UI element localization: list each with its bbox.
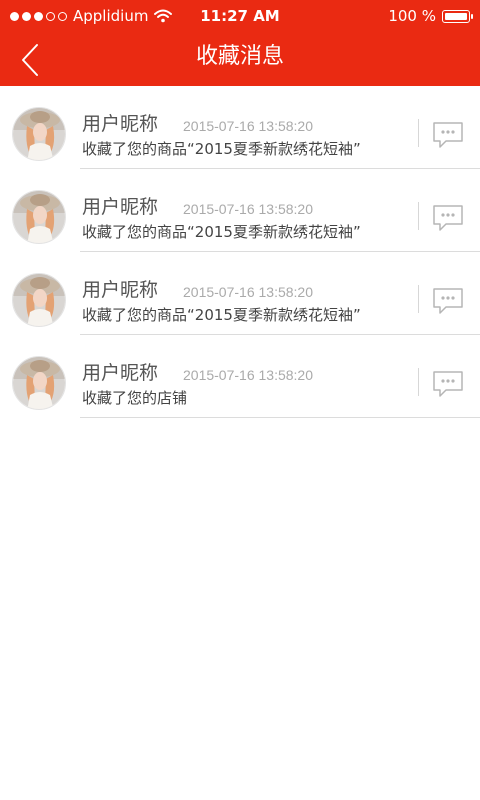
user-nickname: 用户昵称	[82, 279, 159, 301]
status-right: 100 %	[388, 6, 473, 26]
user-nickname: 用户昵称	[82, 362, 159, 384]
battery-icon	[442, 9, 473, 23]
chat-button[interactable]	[432, 121, 464, 149]
avatar[interactable]	[12, 356, 66, 410]
avatar[interactable]	[12, 107, 66, 161]
page-title: 收藏消息	[195, 44, 284, 69]
avatar-image	[13, 191, 65, 243]
notification-list: 用户昵称 2015-07-16 13:58:20 收藏了您的商品“2015夏季新…	[0, 86, 480, 418]
chat-bubble-icon	[433, 122, 463, 148]
avatar[interactable]	[12, 273, 66, 327]
status-bar: Applidium 11:27 AM 100 %	[0, 0, 480, 34]
list-item[interactable]: 用户昵称 2015-07-16 13:58:20 收藏了您的商品“2015夏季新…	[0, 252, 480, 335]
battery-fill	[445, 12, 467, 20]
message-text: 收藏了您的商品“2015夏季新款绣花短袖”	[82, 140, 361, 158]
chat-button[interactable]	[432, 287, 464, 315]
timestamp: 2015-07-16 13:58:20	[183, 201, 313, 217]
vertical-divider	[418, 119, 419, 147]
vertical-divider	[418, 285, 419, 313]
battery-percent: 100 %	[388, 7, 436, 25]
avatar-image	[13, 274, 65, 326]
list-item[interactable]: 用户昵称 2015-07-16 13:58:20 收藏了您的店铺	[0, 335, 480, 418]
vertical-divider	[418, 368, 419, 396]
message-text: 收藏了您的商品“2015夏季新款绣花短袖”	[82, 223, 361, 241]
vertical-divider	[418, 202, 419, 230]
chat-button[interactable]	[432, 370, 464, 398]
avatar-image	[13, 357, 65, 409]
avatar[interactable]	[12, 190, 66, 244]
timestamp: 2015-07-16 13:58:20	[183, 284, 313, 300]
user-nickname: 用户昵称	[82, 113, 159, 135]
chat-bubble-icon	[433, 205, 463, 231]
list-item[interactable]: 用户昵称 2015-07-16 13:58:20 收藏了您的商品“2015夏季新…	[0, 169, 480, 252]
user-nickname: 用户昵称	[82, 196, 159, 218]
avatar-image	[13, 108, 65, 160]
message-text: 收藏了您的商品“2015夏季新款绣花短袖”	[82, 306, 361, 324]
chat-bubble-icon	[433, 288, 463, 314]
chat-button[interactable]	[432, 204, 464, 232]
chat-bubble-icon	[433, 371, 463, 397]
app-screen: Applidium 11:27 AM 100 % 收藏消息 用户昵称 2015-…	[0, 0, 480, 800]
message-text: 收藏了您的店铺	[82, 389, 188, 407]
timestamp: 2015-07-16 13:58:20	[183, 367, 313, 383]
timestamp: 2015-07-16 13:58:20	[183, 118, 313, 134]
list-item[interactable]: 用户昵称 2015-07-16 13:58:20 收藏了您的商品“2015夏季新…	[0, 86, 480, 169]
row-divider	[80, 417, 480, 418]
nav-bar: 收藏消息	[0, 34, 480, 86]
top-bar: Applidium 11:27 AM 100 % 收藏消息	[0, 0, 480, 86]
